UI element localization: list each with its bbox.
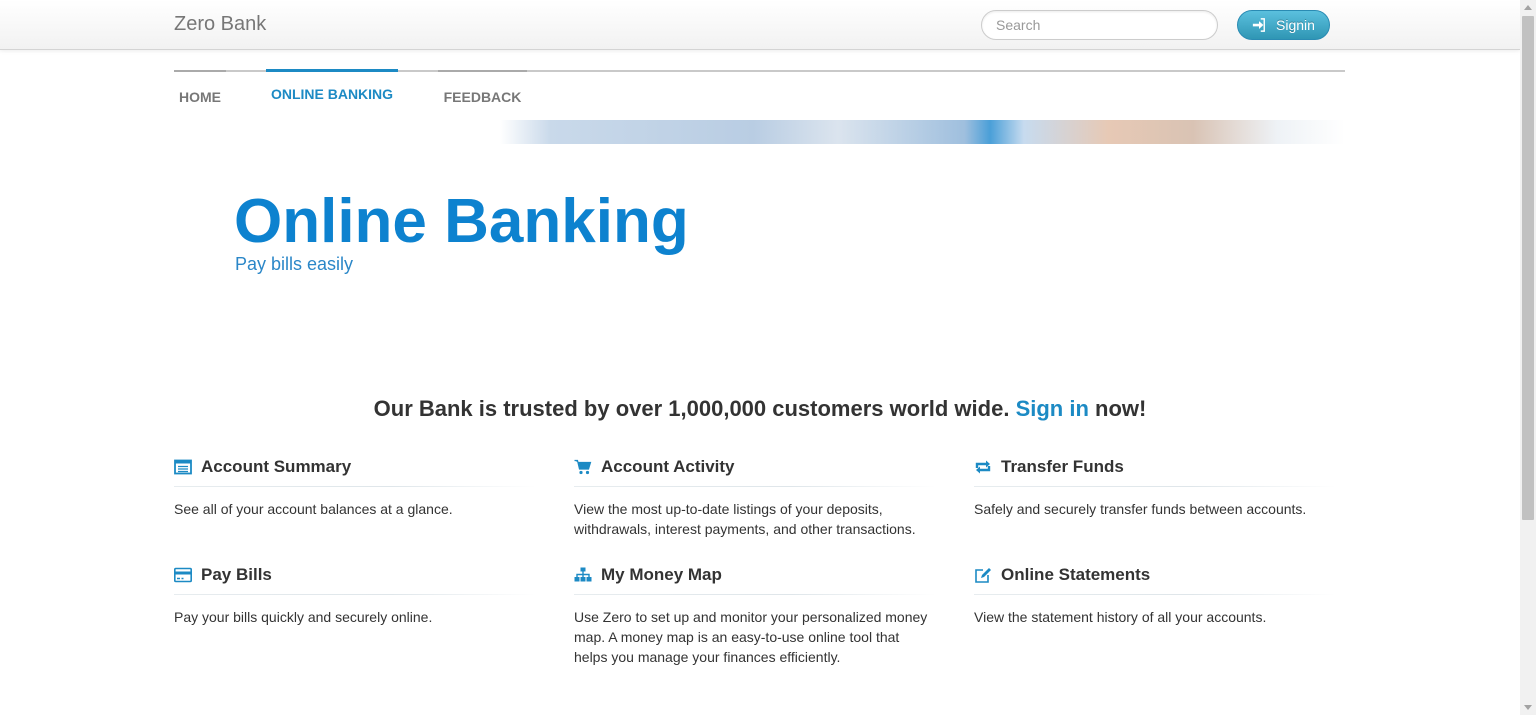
cart-icon <box>574 459 592 475</box>
tab-home[interactable]: HOME <box>174 70 226 114</box>
feature-my-money-map: My Money Map Use Zero to set up and moni… <box>574 563 936 667</box>
feature-description: Pay your bills quickly and securely onli… <box>174 609 433 625</box>
feature-heading[interactable]: Online Statements <box>974 563 1336 587</box>
feature-description: Use Zero to set up and monitor your pers… <box>574 609 928 665</box>
feature-description: See all of your account balances at a gl… <box>174 501 453 517</box>
feature-heading[interactable]: Pay Bills <box>174 563 536 587</box>
feature-divider <box>574 594 936 595</box>
feature-title: My Money Map <box>601 565 722 584</box>
trust-suffix: now! <box>1095 396 1147 421</box>
page-title: Online Banking <box>234 187 689 256</box>
feature-divider <box>174 486 536 487</box>
feature-account-activity: Account Activity View the most up-to-dat… <box>574 455 936 539</box>
hero-banner-image <box>500 120 1345 144</box>
feature-divider <box>974 486 1336 487</box>
feature-pay-bills: Pay Bills Pay your bills quickly and sec… <box>174 563 536 627</box>
feature-description: View the most up-to-date listings of you… <box>574 501 916 537</box>
feature-title: Transfer Funds <box>1001 457 1124 476</box>
feature-divider <box>574 486 936 487</box>
scroll-up-arrow-icon[interactable] <box>1524 5 1532 10</box>
feature-divider <box>174 594 536 595</box>
list-icon <box>174 459 192 475</box>
tab-feedback[interactable]: FEEDBACK <box>438 70 527 114</box>
feature-description: View the statement history of all your a… <box>974 609 1267 625</box>
brand-logo[interactable]: Zero Bank <box>174 13 266 36</box>
edit-icon <box>975 568 991 583</box>
credit-card-icon <box>174 567 192 583</box>
feature-online-statements: Online Statements View the statement his… <box>974 563 1336 627</box>
search-input[interactable] <box>981 10 1218 40</box>
signin-icon <box>1252 18 1265 32</box>
page-subtitle: Pay bills easily <box>235 254 354 274</box>
feature-heading[interactable]: Account Summary <box>174 455 536 479</box>
feature-title: Pay Bills <box>201 565 272 584</box>
feature-heading[interactable]: Account Activity <box>574 455 936 479</box>
trust-text: Our Bank is trusted by over 1,000,000 cu… <box>373 396 1010 421</box>
top-navbar: Zero Bank Signin <box>0 0 1520 50</box>
vertical-scrollbar[interactable] <box>1520 0 1536 715</box>
signin-button[interactable]: Signin <box>1237 10 1330 40</box>
feature-heading[interactable]: My Money Map <box>574 563 936 587</box>
scroll-down-arrow-icon[interactable] <box>1524 705 1532 710</box>
scroll-thumb[interactable] <box>1522 16 1534 520</box>
feature-title: Account Activity <box>601 457 735 476</box>
feature-transfer-funds: Transfer Funds Safely and securely trans… <box>974 455 1336 519</box>
signin-label: Signin <box>1276 17 1315 33</box>
transfer-icon <box>975 460 991 474</box>
trust-statement: Our Bank is trusted by over 1,000,000 cu… <box>0 396 1520 422</box>
feature-title: Online Statements <box>1001 565 1151 584</box>
sitemap-icon <box>574 567 592 582</box>
feature-account-summary: Account Summary See all of your account … <box>174 455 536 519</box>
feature-title: Account Summary <box>201 457 352 476</box>
feature-divider <box>974 594 1336 595</box>
feature-description: Safely and securely transfer funds betwe… <box>974 501 1307 517</box>
feature-heading[interactable]: Transfer Funds <box>974 455 1336 479</box>
signin-link[interactable]: Sign in <box>1016 396 1089 421</box>
tab-online-banking[interactable]: ONLINE BANKING <box>266 69 398 113</box>
